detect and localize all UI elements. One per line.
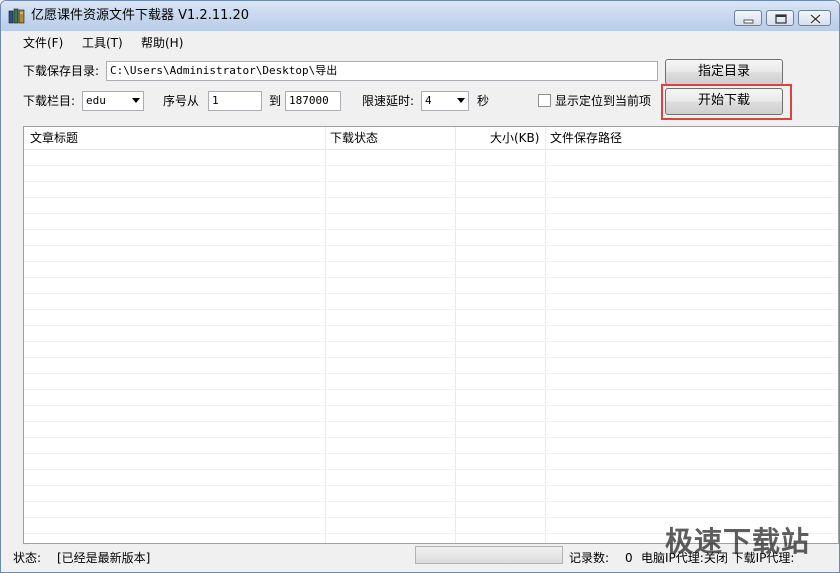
close-icon bbox=[810, 13, 821, 25]
app-window: 亿愿课件资源文件下载器 V1.2.11.20 文件(F) 工具(T) 帮助(H)… bbox=[0, 0, 840, 573]
row-gridline bbox=[24, 245, 838, 246]
delay-select[interactable]: 4 bbox=[421, 91, 469, 111]
close-button[interactable] bbox=[798, 10, 831, 26]
browse-dir-button[interactable]: 指定目录 bbox=[665, 59, 783, 85]
col-path[interactable]: 文件保存路径 bbox=[550, 127, 622, 149]
minimize-button[interactable] bbox=[734, 10, 762, 26]
col-title[interactable]: 文章标题 bbox=[30, 127, 78, 149]
site-watermark: 极速下载站 bbox=[665, 525, 811, 558]
chevron-down-icon bbox=[457, 98, 465, 103]
row-gridline bbox=[24, 421, 838, 422]
delay-value: 4 bbox=[425, 94, 432, 107]
row-gridline bbox=[24, 373, 838, 374]
maximize-icon bbox=[775, 14, 787, 24]
save-dir-input[interactable]: C:\Users\Administrator\Desktop\导出 bbox=[106, 61, 658, 81]
menu-file[interactable]: 文件(F) bbox=[23, 35, 63, 51]
row-gridline bbox=[24, 517, 838, 518]
row-gridline bbox=[24, 309, 838, 310]
status-value: [已经是最新版本] bbox=[57, 551, 151, 565]
row-gridline bbox=[24, 469, 838, 470]
status-label: 状态: bbox=[13, 551, 42, 565]
row-gridline bbox=[24, 389, 838, 390]
locate-checkbox[interactable] bbox=[538, 94, 551, 107]
chevron-down-icon bbox=[132, 98, 140, 103]
row-gridline bbox=[24, 261, 838, 262]
menu-help[interactable]: 帮助(H) bbox=[141, 35, 183, 51]
delay-unit: 秒 bbox=[477, 94, 490, 108]
row-gridline bbox=[24, 325, 838, 326]
download-progress bbox=[415, 546, 563, 564]
records-value: 0 bbox=[625, 551, 633, 565]
minimize-icon bbox=[743, 19, 754, 24]
save-dir-label: 下载保存目录: bbox=[23, 64, 100, 78]
column-divider[interactable] bbox=[455, 127, 456, 543]
column-divider[interactable] bbox=[325, 127, 326, 543]
locate-label[interactable]: 显示定位到当前项 bbox=[555, 93, 651, 109]
title-bar[interactable]: 亿愿课件资源文件下载器 V1.2.11.20 bbox=[1, 1, 839, 31]
window-title: 亿愿课件资源文件下载器 V1.2.11.20 bbox=[31, 8, 250, 23]
seq-from-label: 序号从 bbox=[163, 94, 200, 108]
row-gridline bbox=[24, 405, 838, 406]
seq-to-label: 到 bbox=[269, 94, 282, 108]
download-list[interactable]: 文章标题 下载状态 大小(KB) 文件保存路径 bbox=[23, 126, 839, 544]
maximize-button[interactable] bbox=[766, 10, 794, 26]
row-gridline bbox=[24, 181, 838, 182]
books-icon bbox=[8, 8, 26, 24]
start-button-highlight bbox=[661, 84, 792, 120]
delay-label: 限速延时: bbox=[362, 94, 415, 108]
row-gridline bbox=[24, 293, 838, 294]
row-gridline bbox=[24, 357, 838, 358]
seq-to-input[interactable]: 187000 bbox=[285, 91, 341, 111]
row-gridline bbox=[24, 501, 838, 502]
menu-bar: 文件(F) 工具(T) 帮助(H) bbox=[1, 31, 839, 55]
row-gridline bbox=[24, 165, 838, 166]
col-status[interactable]: 下载状态 bbox=[330, 127, 378, 149]
row-gridline bbox=[24, 277, 838, 278]
row-gridline bbox=[24, 485, 838, 486]
column-divider[interactable] bbox=[545, 127, 546, 543]
row-gridline bbox=[24, 437, 838, 438]
row-gridline bbox=[24, 229, 838, 230]
category-select[interactable]: edu bbox=[82, 91, 144, 111]
records-label: 记录数: bbox=[569, 551, 610, 565]
list-header: 文章标题 下载状态 大小(KB) 文件保存路径 bbox=[24, 127, 838, 150]
menu-tools[interactable]: 工具(T) bbox=[82, 35, 123, 51]
row-gridline bbox=[24, 453, 838, 454]
seq-from-input[interactable]: 1 bbox=[208, 91, 262, 111]
row-gridline bbox=[24, 341, 838, 342]
row-gridline bbox=[24, 197, 838, 198]
category-value: edu bbox=[86, 94, 106, 107]
row-gridline bbox=[24, 213, 838, 214]
col-size[interactable]: 大小(KB) bbox=[490, 127, 539, 149]
category-label: 下载栏目: bbox=[23, 94, 76, 108]
